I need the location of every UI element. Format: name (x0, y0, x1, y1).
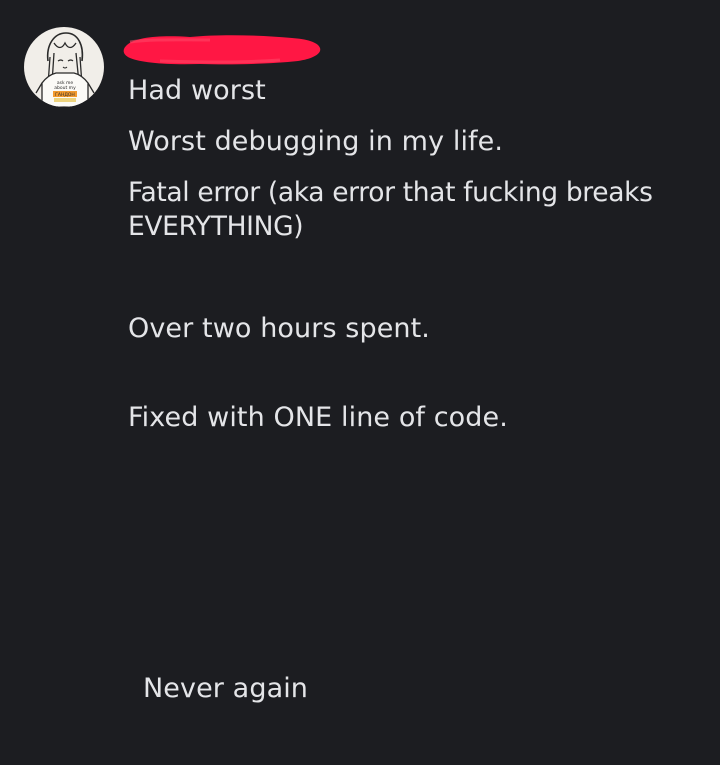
drawn-girl-avatar-icon: ask me about my ГАНДОН (35, 32, 95, 107)
svg-text:ГАНДОН: ГАНДОН (55, 92, 75, 98)
message-line: Had worst (128, 75, 266, 106)
message-line: Worst debugging in my life. (128, 126, 504, 157)
message-line: Fatal error (aka error that fucking brea… (128, 177, 661, 242)
message-line: Over two hours spent. (128, 313, 430, 344)
user-avatar[interactable]: ask me about my ГАНДОН (24, 27, 104, 107)
message-line: Fixed with ONE line of code. (128, 402, 508, 433)
chat-view: ask me about my ГАНДОН Had worst Worst d… (0, 0, 720, 765)
redacted-username (120, 28, 324, 68)
message-line: Never again (143, 673, 309, 704)
svg-text:about my: about my (54, 85, 76, 91)
